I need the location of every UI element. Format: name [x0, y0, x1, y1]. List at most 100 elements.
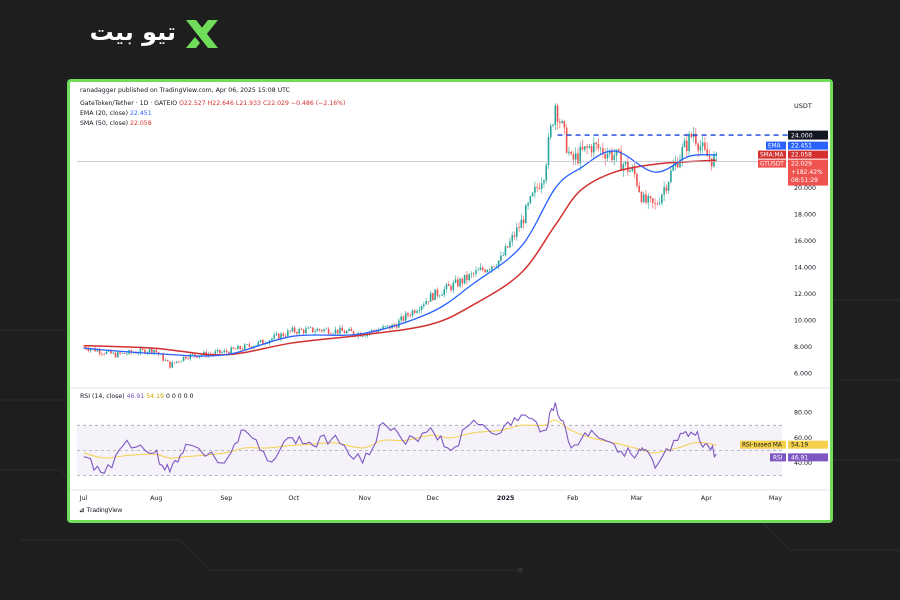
candle-body [488, 269, 491, 271]
ema-line [83, 150, 717, 357]
time-tick-label: 2025 [497, 495, 515, 502]
candle-body [452, 282, 455, 291]
candle-body [536, 186, 538, 188]
candle-body [667, 182, 670, 191]
price-tick-label: 14.000 [794, 264, 816, 271]
candle-body [273, 334, 276, 339]
candle-body [681, 147, 684, 160]
sma-legend[interactable]: SMA (50, close) 22.058 [80, 120, 152, 127]
candle-body [332, 333, 334, 335]
candle-body [305, 328, 307, 334]
candle-body [670, 170, 672, 183]
symbol-value: 22.029 [791, 161, 812, 168]
rsi-legend[interactable]: RSI (14, close) 46.91 54.19 0 0 0 0 0 [80, 393, 194, 400]
candle-body [688, 133, 690, 152]
candle-body [515, 227, 518, 237]
candle-body [153, 349, 155, 353]
candle-body [341, 327, 344, 332]
candle-body [166, 360, 169, 362]
sma-line [83, 159, 717, 356]
rsi-extra-values: 0 0 0 0 0 [165, 393, 194, 400]
candle-body [87, 349, 90, 351]
candle-body [386, 325, 389, 327]
candle-body [617, 149, 620, 152]
candle-body [642, 194, 645, 203]
published-line: ranadagger published on TradingView.com,… [80, 87, 290, 94]
candle-body [234, 348, 237, 350]
candle-body [475, 270, 477, 274]
tradingview-brand[interactable]: ⊿ TradingView [79, 506, 122, 514]
candle-body [710, 158, 713, 167]
candle-body [330, 333, 332, 335]
candle-body [556, 105, 559, 122]
candle-body [336, 329, 339, 334]
time-tick-label: Nov [359, 495, 372, 502]
rsi-tag: RSI 46.91 [770, 453, 828, 462]
candle-body [599, 148, 602, 149]
candle-body [583, 146, 586, 150]
candle-body [96, 349, 99, 352]
candle-body [402, 316, 405, 321]
candle-body [663, 187, 665, 195]
candle-body [457, 279, 459, 287]
candle-body [246, 344, 248, 346]
candle-body [323, 329, 325, 332]
candle-body [409, 315, 412, 317]
candle-body [561, 121, 563, 123]
ema-legend[interactable]: EMA (20, close) 22.451 [80, 110, 152, 117]
candle-body [334, 329, 337, 334]
candle-body [384, 326, 387, 327]
candle-body [638, 185, 640, 192]
rsi-tick-label: 80.00 [794, 410, 812, 417]
candle-body [187, 358, 189, 360]
time-tick-label: Dec [427, 495, 440, 502]
candle-body [647, 196, 650, 203]
candle-body [500, 255, 502, 261]
candle-body [282, 333, 285, 336]
candle-body [112, 352, 115, 354]
candle-body [450, 285, 452, 291]
tradingview-chart[interactable]: USDT 24.000 20.000 18.000 16.000 14.000 12.000… [70, 82, 830, 520]
candle-body [307, 327, 310, 329]
candle-body [477, 269, 480, 271]
candle-body [633, 168, 636, 175]
rsi-ma-value: 54.19 [791, 442, 808, 449]
candle-body [595, 142, 597, 145]
candle-body [291, 327, 294, 332]
candle-body [520, 219, 523, 228]
candle-body [554, 105, 557, 125]
candle-body [243, 344, 246, 350]
candle-body [656, 203, 659, 205]
candle-body [436, 289, 439, 296]
candle-body [579, 146, 582, 164]
candle-body [83, 346, 85, 348]
candle-body [486, 269, 489, 273]
price-tick-label: 6.000 [794, 370, 812, 377]
candle-body [248, 344, 251, 347]
candle-body [103, 353, 106, 355]
candle-body [552, 124, 554, 126]
candle-body [404, 313, 407, 321]
time-tick-label: Sep [220, 495, 232, 502]
candle-body [316, 329, 319, 332]
candle-body [418, 310, 421, 312]
candle-body [141, 348, 144, 350]
candle-body [298, 328, 300, 334]
candle-body [413, 310, 416, 313]
candle-body [105, 351, 108, 354]
candle-body [441, 294, 443, 296]
rsi-legend-label: RSI (14, close) [80, 393, 125, 400]
candle-body [223, 350, 226, 353]
ema-legend-label: EMA (20, close) [80, 110, 129, 117]
candle-body [597, 144, 600, 149]
candle-body [275, 333, 278, 335]
candle-body [547, 137, 550, 166]
candle-body [400, 316, 402, 321]
logo-text: تیو بیت [89, 18, 176, 46]
candle-body [522, 219, 525, 224]
candle-body [175, 361, 178, 363]
candle-body [171, 362, 174, 368]
candle-body [565, 127, 568, 153]
candle-body [239, 345, 242, 349]
sma-legend-value: 22.058 [130, 120, 152, 127]
